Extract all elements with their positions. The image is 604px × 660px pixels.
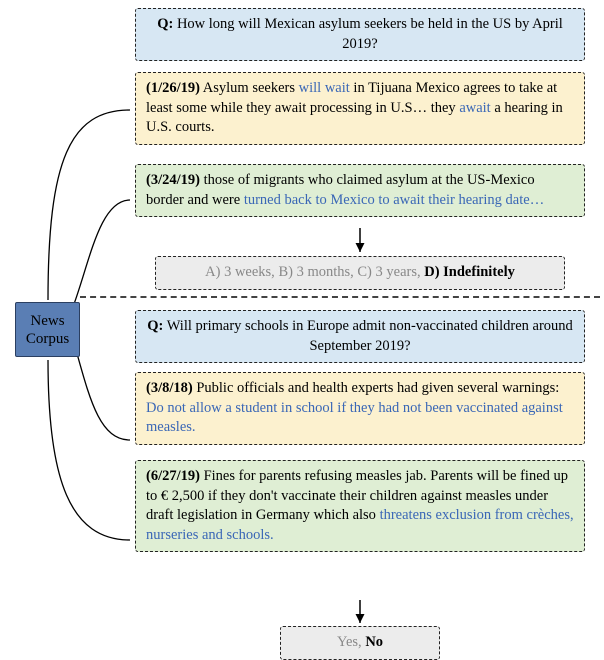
answer-box-bottom: Yes, No (280, 626, 440, 660)
news-corpus-label: News Corpus (26, 312, 69, 348)
snippet-date: (6/27/19) (146, 468, 200, 484)
answer-option-c: C) 3 years, (357, 264, 424, 280)
diagram-canvas: News Corpus Q: How long will Mexican asy… (0, 0, 604, 658)
section-divider (80, 296, 600, 298)
answer-correct: No (365, 634, 383, 650)
snippet-top-2: (3/24/19) those of migrants who claimed … (135, 164, 585, 217)
snippet-date: (1/26/19) (146, 80, 200, 96)
snippet-top-1: (1/26/19) Asylum seekers will wait in Ti… (135, 72, 585, 145)
question-label: Q: (147, 318, 163, 334)
question-label: Q: (157, 16, 173, 32)
answer-correct: D) Indefinitely (424, 264, 515, 280)
question-text: How long will Mexican asylum seekers be … (177, 16, 563, 52)
snippet-highlight: turned back to Mexico to await their hea… (244, 192, 544, 208)
question-box-bottom: Q: Will primary schools in Europe admit … (135, 310, 585, 363)
news-corpus-node: News Corpus (15, 302, 80, 357)
snippet-date: (3/8/18) (146, 380, 193, 396)
snippet-bottom-1: (3/8/18) Public officials and health exp… (135, 372, 585, 445)
answer-option-a: A) 3 weeks, (205, 264, 278, 280)
question-text: Will primary schools in Europe admit non… (167, 318, 573, 354)
snippet-highlight: will wait (299, 80, 350, 96)
answer-option-yes: Yes, (337, 634, 365, 650)
snippet-highlight: await (459, 100, 490, 116)
snippet-text: Public officials and health experts had … (193, 380, 560, 396)
snippet-text: Asylum seekers (200, 80, 299, 96)
snippet-bottom-2: (6/27/19) Fines for parents refusing mea… (135, 460, 585, 552)
snippet-highlight: Do not allow a student in school if they… (146, 400, 563, 436)
snippet-date: (3/24/19) (146, 172, 200, 188)
answer-box-top: A) 3 weeks, B) 3 months, C) 3 years, D) … (155, 256, 565, 290)
answer-option-b: B) 3 months, (278, 264, 357, 280)
question-box-top: Q: How long will Mexican asylum seekers … (135, 8, 585, 61)
